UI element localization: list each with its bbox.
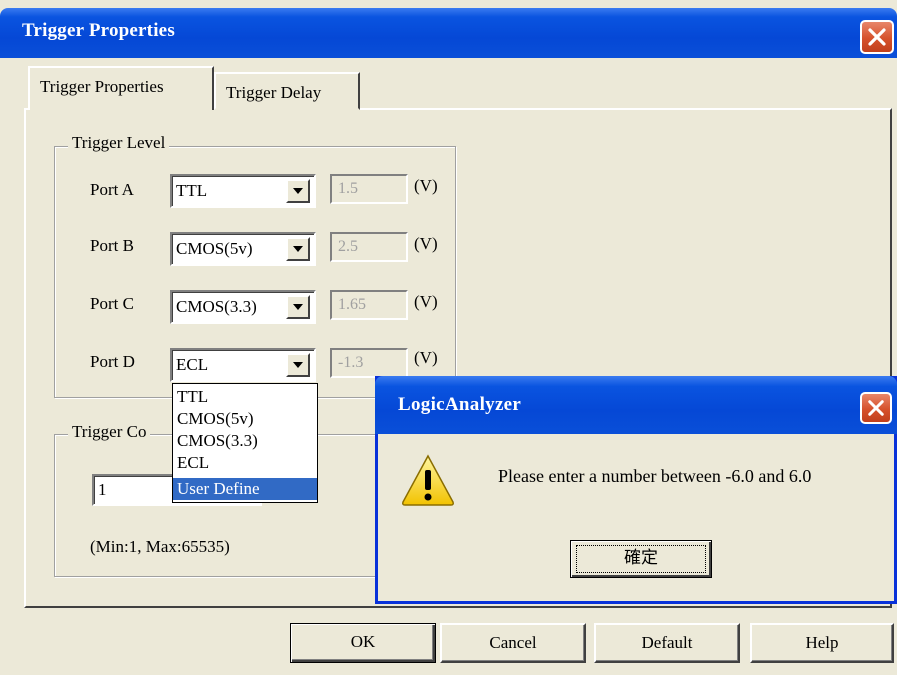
close-icon — [868, 28, 886, 46]
message-box-text: Please enter a number between -6.0 and 6… — [498, 466, 812, 486]
ok-button[interactable]: OK — [290, 623, 436, 663]
help-button[interactable]: Help — [750, 623, 894, 663]
port-a-selected: TTL — [176, 181, 208, 200]
dropdown-option-cmos5v[interactable]: CMOS(5v) — [173, 408, 317, 430]
port-b-selected: CMOS(5v) — [176, 239, 253, 258]
trigger-level-label: Trigger Level — [68, 133, 170, 153]
dropdown-option-ecl[interactable]: ECL — [173, 452, 317, 474]
close-icon — [868, 400, 884, 416]
port-a-unit: (V) — [414, 176, 438, 195]
port-b-label: Port B — [90, 236, 134, 255]
warning-icon — [400, 452, 456, 508]
port-c-dropdown-button[interactable] — [286, 295, 310, 319]
port-b-unit: (V) — [414, 234, 438, 253]
port-d-label: Port D — [90, 352, 135, 371]
message-box-title: LogicAnalyzer — [398, 394, 522, 415]
dropdown-option-user-define[interactable]: User Define — [173, 478, 317, 500]
tab-trigger-delay[interactable]: Trigger Delay — [214, 72, 360, 110]
port-b-dropdown-button[interactable] — [286, 237, 310, 261]
default-button[interactable]: Default — [594, 623, 740, 663]
port-b-voltage: 2.5 — [330, 232, 408, 262]
focus-rectangle — [576, 545, 706, 573]
chevron-down-icon — [293, 304, 303, 310]
port-a-label: Port A — [90, 180, 134, 199]
port-d-voltage: -1.3 — [330, 348, 408, 378]
port-c-selected: CMOS(3.3) — [176, 297, 257, 316]
port-d-dropdown-list: TTL CMOS(5v) CMOS(3.3) ECL User Define — [172, 383, 318, 503]
chevron-down-icon — [293, 188, 303, 194]
message-box-close-button[interactable] — [860, 392, 892, 424]
port-c-combo[interactable]: CMOS(3.3) — [170, 290, 316, 324]
chevron-down-icon — [293, 362, 303, 368]
port-a-voltage: 1.5 — [330, 174, 408, 204]
port-d-dropdown-button[interactable] — [286, 353, 310, 377]
cancel-button[interactable]: Cancel — [440, 623, 586, 663]
port-c-voltage: 1.65 — [330, 290, 408, 320]
port-a-dropdown-button[interactable] — [286, 179, 310, 203]
port-a-combo[interactable]: TTL — [170, 174, 316, 208]
tab-trigger-properties[interactable]: Trigger Properties — [28, 66, 214, 110]
port-c-unit: (V) — [414, 292, 438, 311]
port-d-combo[interactable]: ECL — [170, 348, 316, 382]
window-title: Trigger Properties — [22, 20, 175, 41]
trigger-count-label: Trigger Co — [68, 422, 151, 442]
port-d-selected: ECL — [176, 355, 209, 374]
close-button[interactable] — [860, 20, 894, 54]
trigger-count-range: (Min:1, Max:65535) — [90, 537, 230, 556]
dropdown-option-ttl[interactable]: TTL — [173, 386, 317, 408]
port-c-label: Port C — [90, 294, 134, 313]
port-b-combo[interactable]: CMOS(5v) — [170, 232, 316, 266]
port-d-unit: (V) — [414, 348, 438, 367]
dropdown-option-cmos33[interactable]: CMOS(3.3) — [173, 430, 317, 452]
chevron-down-icon — [293, 246, 303, 252]
